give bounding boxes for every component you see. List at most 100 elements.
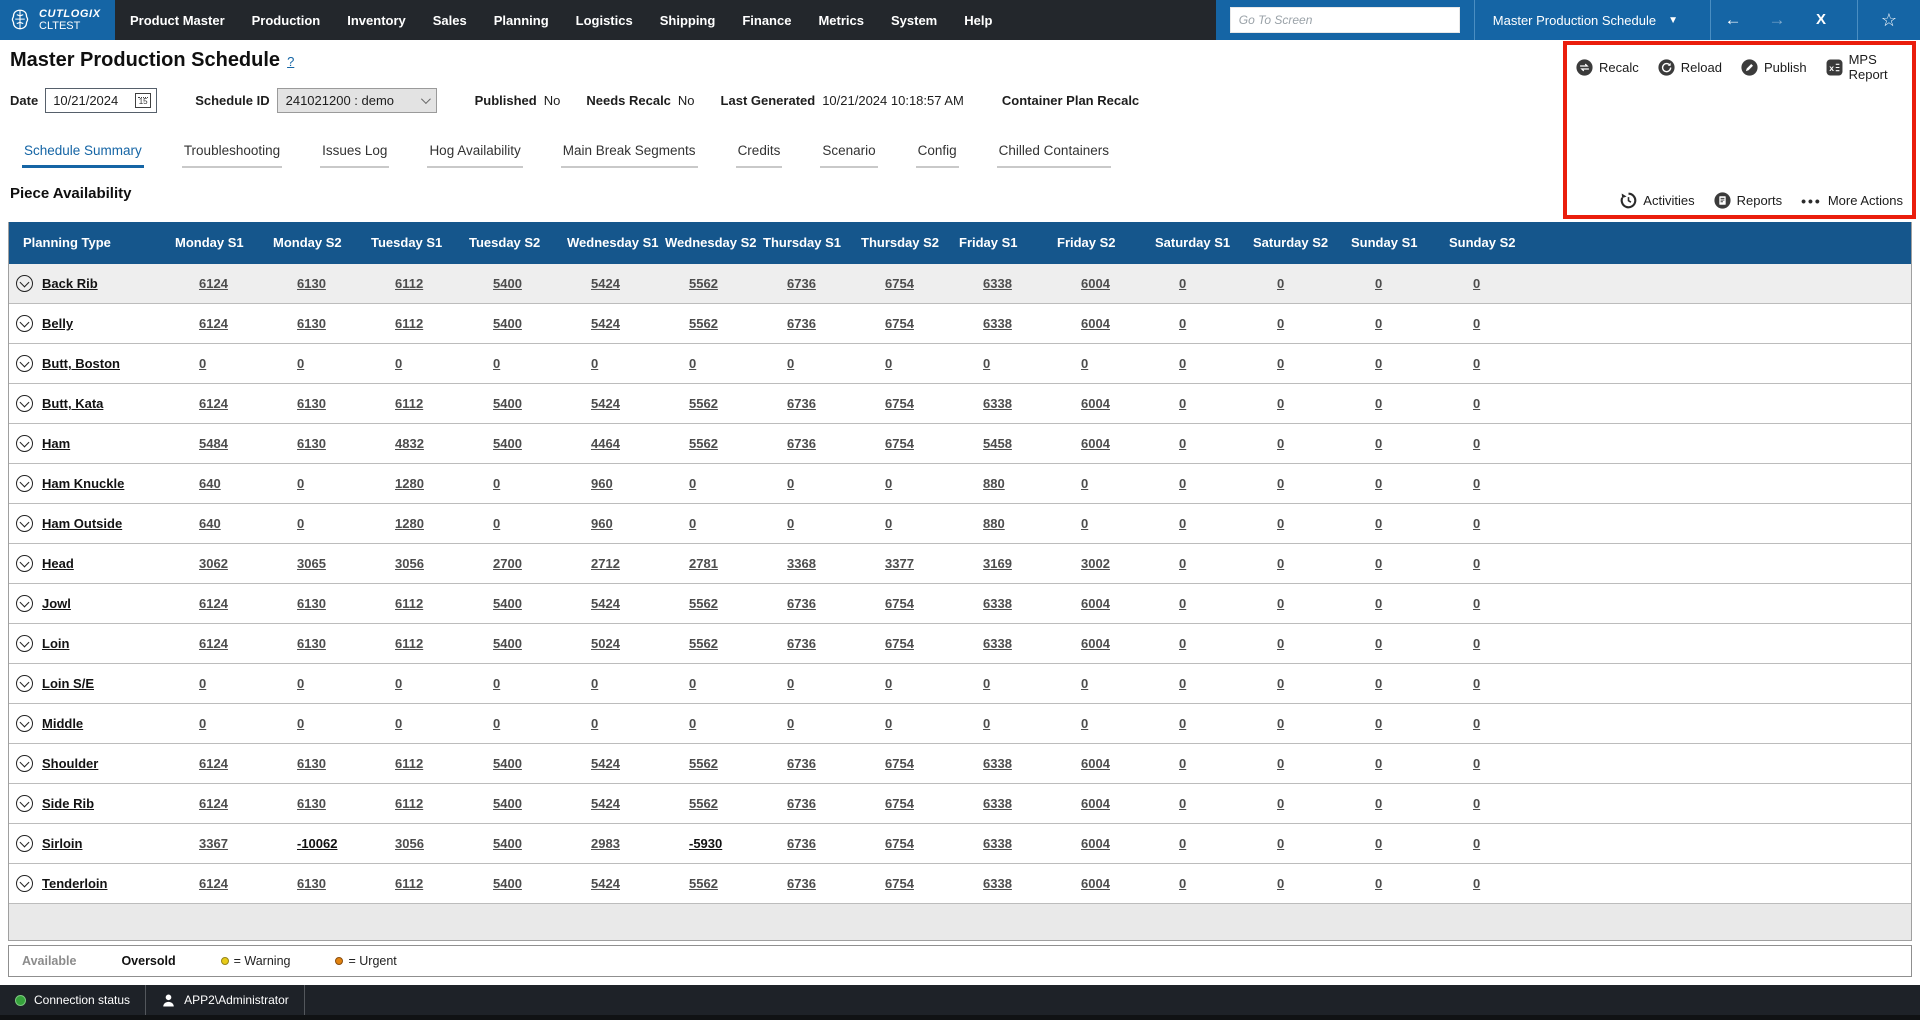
- menu-item-metrics[interactable]: Metrics: [818, 13, 864, 28]
- menu-item-system[interactable]: System: [891, 13, 937, 28]
- availability-value-link[interactable]: 0: [395, 676, 402, 691]
- availability-value-link[interactable]: 0: [1277, 516, 1284, 531]
- column-header-sunday-s1[interactable]: Sunday S1: [1349, 222, 1447, 264]
- availability-value-link[interactable]: 6130: [297, 796, 326, 811]
- availability-value-link[interactable]: 0: [1277, 316, 1284, 331]
- availability-value-link[interactable]: 0: [1179, 876, 1186, 891]
- availability-value-link[interactable]: 5400: [493, 876, 522, 891]
- availability-value-link[interactable]: 960: [591, 476, 613, 491]
- availability-value-link[interactable]: 5400: [493, 316, 522, 331]
- availability-value-link[interactable]: 0: [1277, 796, 1284, 811]
- availability-value-link[interactable]: 0: [1179, 716, 1186, 731]
- column-header-saturday-s1[interactable]: Saturday S1: [1153, 222, 1251, 264]
- availability-value-link[interactable]: 5400: [493, 636, 522, 651]
- availability-value-link[interactable]: 5400: [493, 596, 522, 611]
- availability-value-link[interactable]: 0: [1277, 476, 1284, 491]
- expand-chevron-icon[interactable]: [16, 715, 33, 732]
- availability-value-link[interactable]: 6754: [885, 276, 914, 291]
- expand-chevron-icon[interactable]: [16, 595, 33, 612]
- availability-value-link[interactable]: 0: [689, 356, 696, 371]
- menu-item-logistics[interactable]: Logistics: [576, 13, 633, 28]
- availability-value-link[interactable]: 0: [1179, 276, 1186, 291]
- availability-value-link[interactable]: 6004: [1081, 836, 1110, 851]
- expand-chevron-icon[interactable]: [16, 795, 33, 812]
- availability-value-link[interactable]: 0: [1277, 716, 1284, 731]
- availability-value-link[interactable]: 0: [787, 676, 794, 691]
- planning-type-link[interactable]: Side Rib: [42, 796, 94, 811]
- availability-value-link[interactable]: 0: [1375, 396, 1382, 411]
- availability-value-link[interactable]: 0: [983, 356, 990, 371]
- planning-type-link[interactable]: Back Rib: [42, 276, 98, 291]
- availability-value-link[interactable]: 0: [1473, 796, 1480, 811]
- availability-value-link[interactable]: 880: [983, 476, 1005, 491]
- tab-schedule-summary[interactable]: Schedule Summary: [22, 143, 144, 168]
- availability-value-link[interactable]: 6124: [199, 316, 228, 331]
- availability-value-link[interactable]: 0: [1179, 596, 1186, 611]
- availability-value-link[interactable]: 6112: [395, 596, 423, 611]
- column-header-wednesday-s2[interactable]: Wednesday S2: [663, 222, 761, 264]
- availability-value-link[interactable]: 6754: [885, 596, 914, 611]
- availability-value-link[interactable]: 640: [199, 476, 221, 491]
- more-actions-button[interactable]: ••• More Actions: [1801, 193, 1903, 209]
- availability-value-link[interactable]: 0: [885, 676, 892, 691]
- expand-chevron-icon[interactable]: [16, 315, 33, 332]
- mps-report-button[interactable]: x MPS Report: [1826, 52, 1903, 82]
- availability-value-link[interactable]: 6112: [395, 396, 423, 411]
- expand-chevron-icon[interactable]: [16, 675, 33, 692]
- availability-value-link[interactable]: 6112: [395, 796, 423, 811]
- availability-value-link[interactable]: 6736: [787, 436, 816, 451]
- availability-value-link[interactable]: 1280: [395, 516, 424, 531]
- expand-chevron-icon[interactable]: [16, 275, 33, 292]
- availability-value-link[interactable]: 6754: [885, 796, 914, 811]
- availability-value-link[interactable]: 6004: [1081, 876, 1110, 891]
- availability-value-link[interactable]: 6004: [1081, 756, 1110, 771]
- availability-value-link[interactable]: 0: [1375, 596, 1382, 611]
- availability-value-link[interactable]: 5424: [591, 756, 620, 771]
- column-header-saturday-s2[interactable]: Saturday S2: [1251, 222, 1349, 264]
- column-header-planning-type[interactable]: Planning Type: [9, 222, 173, 264]
- availability-value-link[interactable]: -10062: [297, 836, 337, 851]
- availability-value-link[interactable]: 5484: [199, 436, 228, 451]
- availability-value-link[interactable]: 2700: [493, 556, 522, 571]
- availability-value-link[interactable]: 6754: [885, 876, 914, 891]
- availability-value-link[interactable]: 0: [493, 356, 500, 371]
- availability-value-link[interactable]: 5562: [689, 436, 718, 451]
- availability-value-link[interactable]: 6112: [395, 636, 423, 651]
- planning-type-link[interactable]: Head: [42, 556, 74, 571]
- availability-value-link[interactable]: 3065: [297, 556, 326, 571]
- availability-value-link[interactable]: 0: [1375, 276, 1382, 291]
- availability-value-link[interactable]: 1280: [395, 476, 424, 491]
- availability-value-link[interactable]: 5562: [689, 596, 718, 611]
- tab-scenario[interactable]: Scenario: [820, 143, 878, 168]
- expand-chevron-icon[interactable]: [16, 435, 33, 452]
- availability-value-link[interactable]: 0: [1473, 636, 1480, 651]
- column-header-tuesday-s1[interactable]: Tuesday S1: [369, 222, 467, 264]
- availability-value-link[interactable]: 3169: [983, 556, 1012, 571]
- availability-value-link[interactable]: 6112: [395, 876, 423, 891]
- availability-value-link[interactable]: 6338: [983, 276, 1012, 291]
- availability-value-link[interactable]: 0: [493, 716, 500, 731]
- availability-value-link[interactable]: 0: [1375, 516, 1382, 531]
- expand-chevron-icon[interactable]: [16, 515, 33, 532]
- availability-value-link[interactable]: 5400: [493, 436, 522, 451]
- reload-button[interactable]: Reload: [1658, 58, 1722, 76]
- availability-value-link[interactable]: 6124: [199, 876, 228, 891]
- column-header-thursday-s1[interactable]: Thursday S1: [761, 222, 859, 264]
- availability-value-link[interactable]: 0: [395, 356, 402, 371]
- help-link[interactable]: ?: [287, 54, 294, 69]
- tab-credits[interactable]: Credits: [735, 143, 783, 168]
- availability-value-link[interactable]: 0: [1375, 356, 1382, 371]
- availability-value-link[interactable]: 0: [1277, 876, 1284, 891]
- availability-value-link[interactable]: 6754: [885, 636, 914, 651]
- availability-value-link[interactable]: 0: [1375, 836, 1382, 851]
- availability-value-link[interactable]: 5424: [591, 276, 620, 291]
- availability-value-link[interactable]: 0: [983, 676, 990, 691]
- availability-value-link[interactable]: 6124: [199, 396, 228, 411]
- availability-value-link[interactable]: 5424: [591, 596, 620, 611]
- planning-type-link[interactable]: Ham Knuckle: [42, 476, 124, 491]
- availability-value-link[interactable]: 0: [1375, 436, 1382, 451]
- availability-value-link[interactable]: 6130: [297, 636, 326, 651]
- availability-value-link[interactable]: 5424: [591, 316, 620, 331]
- planning-type-link[interactable]: Butt, Boston: [42, 356, 120, 371]
- availability-value-link[interactable]: 0: [1277, 756, 1284, 771]
